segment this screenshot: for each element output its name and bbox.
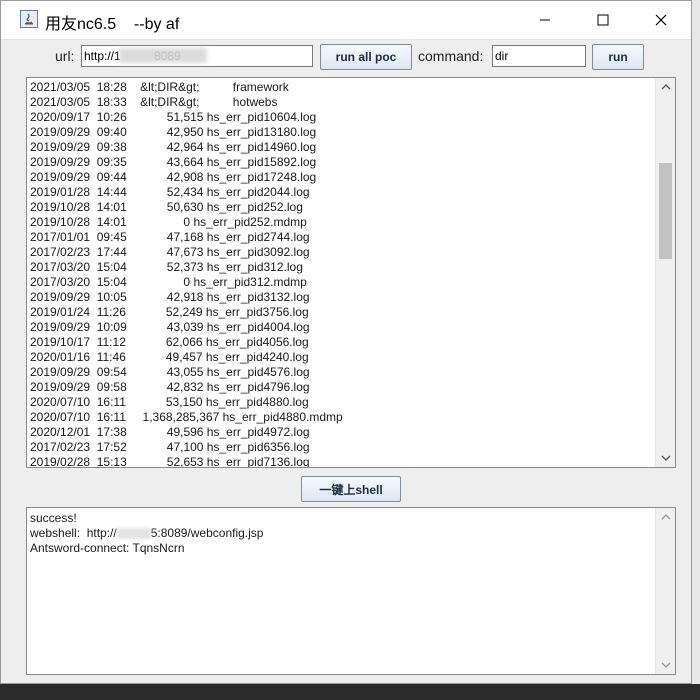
output-lines: 2021/03/05 18:28 &lt;DIR&gt; framework 20… (30, 80, 653, 468)
output-line: 2019/10/17 11:12 62,066 hs_err_pid4056.l… (30, 335, 309, 349)
webshell-prefix: webshell: http:// (30, 526, 117, 540)
output-line: 2019/10/28 14:01 50,630 hs_err_pid252.lo… (30, 200, 303, 214)
output-line: 2019/02/28 15:13 52,653 hs_err_pid7136.l… (30, 455, 310, 468)
scroll-thumb[interactable] (659, 162, 672, 259)
title-bar[interactable]: 用友nc6.5 --by af (1, 1, 691, 40)
run-all-poc-button[interactable]: run all poc (320, 44, 412, 70)
background-desktop (692, 0, 700, 700)
result-status: success! (30, 511, 77, 525)
command-input[interactable] (492, 45, 586, 67)
command-output-area[interactable]: 2021/03/05 18:28 &lt;DIR&gt; framework 20… (26, 77, 676, 468)
output-scrollbar[interactable] (655, 78, 675, 467)
background-taskbar (0, 684, 700, 700)
output-line: 2017/02/23 17:44 47,673 hs_err_pid3092.l… (30, 245, 310, 259)
output-line: 2019/09/29 10:05 42,918 hs_err_pid3132.l… (30, 290, 310, 304)
output-line: 2019/10/28 14:01 0 hs_err_pid252.mdmp (30, 215, 307, 229)
result-webshell: webshell: http:// 5:8089/webconfig.jsp (30, 526, 653, 541)
maximize-button[interactable] (574, 1, 632, 39)
output-line: 2019/09/29 10:09 43,039 hs_err_pid4004.l… (30, 320, 310, 334)
scroll-up-button[interactable] (656, 78, 675, 96)
result-scroll-up-button[interactable] (656, 508, 675, 526)
chevron-down-icon (661, 662, 670, 668)
output-line: 2021/03/05 18:28 &lt;DIR&gt; framework (30, 80, 289, 94)
output-line: 2020/07/10 16:11 53,150 hs_err_pid4880.l… (30, 395, 309, 409)
app-window: 用友nc6.5 --by af url: run all poc command… (0, 0, 692, 684)
output-line: 2019/09/29 09:35 43,664 hs_err_pid15892.… (30, 155, 317, 169)
output-line: 2020/09/17 10:26 51,515 hs_err_pid10604.… (30, 110, 317, 124)
result-output-area[interactable]: success! webshell: http:// 5:8089/webconf… (26, 507, 676, 675)
output-line: 2017/03/20 15:04 0 hs_err_pid312.mdmp (30, 275, 307, 289)
output-line: 2019/09/29 09:58 42,832 hs_err_pid4796.l… (30, 380, 310, 394)
minimize-icon (540, 19, 550, 21)
upload-shell-button[interactable]: 一键上shell (301, 476, 401, 502)
output-line: 2019/01/24 11:26 52,249 hs_err_pid3756.l… (30, 305, 309, 319)
close-button[interactable] (632, 1, 690, 39)
output-line: 2021/03/05 18:33 &lt;DIR&gt; hotwebs (30, 95, 278, 109)
chevron-down-icon (661, 455, 670, 461)
output-line: 2019/09/29 09:40 42,950 hs_err_pid13180.… (30, 125, 317, 139)
redacted-host (116, 528, 151, 540)
output-line: 2020/01/16 11:46 49,457 hs_err_pid4240.l… (30, 350, 309, 364)
output-line: 2019/01/28 14:44 52,434 hs_err_pid2044.l… (30, 185, 310, 199)
output-line: 2019/09/29 09:38 42,964 hs_err_pid14960.… (30, 140, 317, 154)
run-button[interactable]: run (592, 44, 644, 70)
maximize-icon (597, 14, 609, 26)
chevron-up-icon (661, 84, 670, 90)
output-line: 2020/12/01 17:38 49,596 hs_err_pid4972.l… (30, 425, 310, 439)
chevron-up-icon (661, 514, 670, 520)
url-label: url: (55, 48, 75, 64)
result-scroll-down-button[interactable] (656, 656, 675, 674)
scroll-down-button[interactable] (656, 449, 675, 467)
close-icon (655, 14, 667, 26)
command-label: command: (418, 48, 484, 64)
output-line: 2017/02/23 17:52 47,100 hs_err_pid6356.l… (30, 440, 310, 454)
minimize-button[interactable] (516, 1, 574, 39)
output-line: 2020/07/10 16:11 1,368,285,367 hs_err_pi… (30, 410, 343, 424)
result-lines: success! webshell: http:// 5:8089/webconf… (30, 511, 653, 556)
result-scrollbar[interactable] (655, 508, 675, 674)
java-app-icon (20, 10, 38, 28)
output-line: 2019/09/29 09:54 43,055 hs_err_pid4576.l… (30, 365, 310, 379)
result-antsword: Antsword-connect: TqnsNcrn (30, 541, 185, 555)
output-line: 2017/03/20 15:04 52,373 hs_err_pid312.lo… (30, 260, 303, 274)
redacted-region (119, 48, 207, 63)
output-line: 2017/01/01 09:45 47,168 hs_err_pid2744.l… (30, 230, 310, 244)
window-title: 用友nc6.5 --by af (45, 16, 180, 33)
output-line: 2019/09/29 09:44 42,908 hs_err_pid17248.… (30, 170, 317, 184)
webshell-suffix: 5:8089/webconfig.jsp (150, 526, 264, 540)
